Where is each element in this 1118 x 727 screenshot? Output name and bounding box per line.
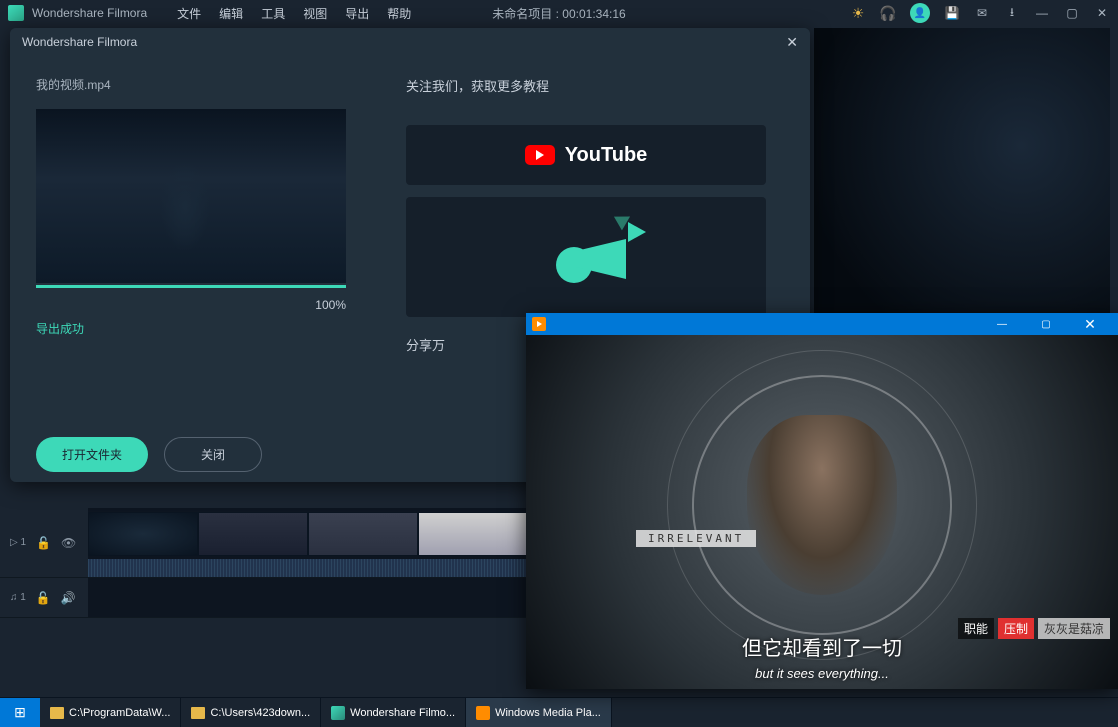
wmp-close-icon[interactable]: ✕ bbox=[1068, 313, 1112, 335]
wmp-window[interactable]: — ▢ ✕ IRRELEVANT 职能 压制 灰灰是菇凉 但它却看到了一切 bu… bbox=[526, 313, 1118, 689]
audio-track-label: ♫ 1 bbox=[10, 592, 26, 603]
video-track-header: ▷ 1 🔓 👁 bbox=[0, 536, 88, 550]
export-percent: 100% bbox=[36, 298, 346, 312]
close-icon[interactable]: ✕ bbox=[1094, 5, 1110, 21]
dialog-titlebar[interactable]: Wondershare Filmora ✕ bbox=[10, 28, 810, 56]
subtitle-cn: 但它却看到了一切 bbox=[526, 632, 1118, 661]
titlebar-right-icons: ☀ 🎧 👤 💾 ✉ ⭳ — ▢ ✕ bbox=[850, 3, 1110, 23]
support-icon[interactable]: 🎧 bbox=[880, 5, 896, 21]
youtube-link[interactable]: YouTube bbox=[406, 125, 766, 185]
taskbar-item-explorer2[interactable]: C:\Users\423down... bbox=[181, 698, 321, 727]
taskbar-label: Wondershare Filmo... bbox=[350, 707, 455, 719]
wmp-taskbar-icon bbox=[476, 706, 490, 720]
follow-us-text: 关注我们，获取更多教程 bbox=[406, 76, 784, 95]
visibility-icon[interactable]: 👁 bbox=[61, 536, 76, 550]
start-button[interactable]: ⊞ bbox=[0, 698, 40, 727]
video-track-label: ▷ 1 bbox=[10, 537, 26, 548]
export-success-text: 导出成功 bbox=[36, 320, 366, 337]
video-clip[interactable] bbox=[88, 512, 198, 556]
menu-edit[interactable]: 编辑 bbox=[219, 5, 243, 22]
video-clip[interactable] bbox=[418, 512, 528, 556]
mute-icon[interactable]: 🔊 bbox=[61, 591, 76, 605]
project-info: 未命名项目 : 00:01:34:16 bbox=[492, 5, 625, 22]
account-icon[interactable]: 👤 bbox=[910, 3, 930, 23]
download-icon[interactable]: ⭳ bbox=[1004, 5, 1020, 21]
hud-label: IRRELEVANT bbox=[636, 530, 756, 547]
video-subject bbox=[747, 415, 897, 595]
subtitle-en: but it sees everything... bbox=[526, 666, 1118, 681]
menu-export[interactable]: 导出 bbox=[345, 5, 369, 22]
menu-view[interactable]: 视图 bbox=[303, 5, 327, 22]
taskbar-item-wmp[interactable]: Windows Media Pla... bbox=[466, 698, 612, 727]
taskbar-label: Windows Media Pla... bbox=[495, 707, 601, 719]
dialog-title: Wondershare Filmora bbox=[22, 35, 137, 49]
export-progress-bar bbox=[36, 285, 346, 288]
megaphone-icon bbox=[536, 217, 636, 297]
menu-tools[interactable]: 工具 bbox=[261, 5, 285, 22]
taskbar-item-filmora[interactable]: Wondershare Filmo... bbox=[321, 698, 466, 727]
wmp-maximize-icon[interactable]: ▢ bbox=[1024, 313, 1068, 335]
youtube-label: YouTube bbox=[565, 144, 648, 167]
taskbar-item-explorer1[interactable]: C:\ProgramData\W... bbox=[40, 698, 181, 727]
menu-help[interactable]: 帮助 bbox=[387, 5, 411, 22]
wmp-titlebar[interactable]: — ▢ ✕ bbox=[526, 313, 1118, 335]
wmp-icon bbox=[532, 317, 546, 331]
app-titlebar: Wondershare Filmora 文件 编辑 工具 视图 导出 帮助 未命… bbox=[0, 0, 1118, 26]
save-icon[interactable]: 💾 bbox=[944, 5, 960, 21]
windows-taskbar: ⊞ C:\ProgramData\W... C:\Users\423down..… bbox=[0, 697, 1118, 727]
export-thumbnail bbox=[36, 109, 346, 283]
video-clip[interactable] bbox=[198, 512, 308, 556]
message-icon[interactable]: ✉ bbox=[974, 5, 990, 21]
maximize-icon[interactable]: ▢ bbox=[1064, 5, 1080, 21]
dialog-close-icon[interactable]: ✕ bbox=[786, 34, 798, 51]
promo-banner[interactable] bbox=[406, 197, 766, 317]
tips-icon[interactable]: ☀ bbox=[850, 5, 866, 21]
folder-icon bbox=[191, 707, 205, 719]
taskbar-label: C:\Users\423down... bbox=[210, 707, 310, 719]
minimize-icon[interactable]: — bbox=[1034, 5, 1050, 21]
taskbar-label: C:\ProgramData\W... bbox=[69, 707, 170, 719]
open-folder-button[interactable]: 打开文件夹 bbox=[36, 437, 148, 472]
youtube-icon bbox=[525, 145, 555, 165]
audio-track-header: ♫ 1 🔓 🔊 bbox=[0, 591, 88, 605]
folder-icon bbox=[50, 707, 64, 719]
filmora-logo-icon bbox=[8, 5, 24, 21]
lock-icon[interactable]: 🔓 bbox=[36, 591, 51, 605]
app-title: Wondershare Filmora bbox=[32, 6, 147, 20]
preview-frame bbox=[814, 28, 1110, 322]
lock-icon[interactable]: 🔓 bbox=[36, 536, 51, 550]
filmora-icon bbox=[331, 706, 345, 720]
menu-file[interactable]: 文件 bbox=[177, 5, 201, 22]
wmp-video-area[interactable]: IRRELEVANT 职能 压制 灰灰是菇凉 但它却看到了一切 but it s… bbox=[526, 335, 1118, 689]
video-clip[interactable] bbox=[308, 512, 418, 556]
wmp-minimize-icon[interactable]: — bbox=[980, 313, 1024, 335]
preview-panel bbox=[814, 28, 1110, 322]
main-menu: 文件 编辑 工具 视图 导出 帮助 bbox=[177, 5, 411, 22]
close-button[interactable]: 关闭 bbox=[164, 437, 262, 472]
export-filename: 我的视频.mp4 bbox=[36, 76, 366, 93]
